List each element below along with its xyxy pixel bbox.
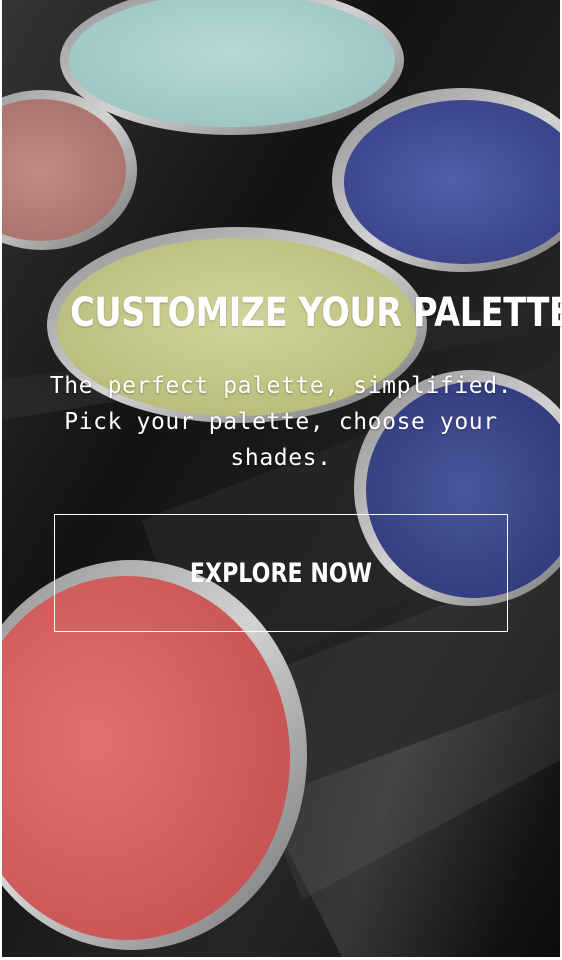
explore-now-button[interactable]: EXPLORE NOW xyxy=(54,514,508,632)
explore-now-button-label: EXPLORE NOW xyxy=(189,558,373,589)
hero-subtext: The perfect palette, simplified. Pick yo… xyxy=(49,373,513,471)
hero-banner: CUSTOMIZE YOUR PALETTE The perfect palet… xyxy=(0,0,562,960)
hero-copy: CUSTOMIZE YOUR PALETTE The perfect palet… xyxy=(0,0,562,960)
hero-headline: CUSTOMIZE YOUR PALETTE xyxy=(70,290,562,336)
